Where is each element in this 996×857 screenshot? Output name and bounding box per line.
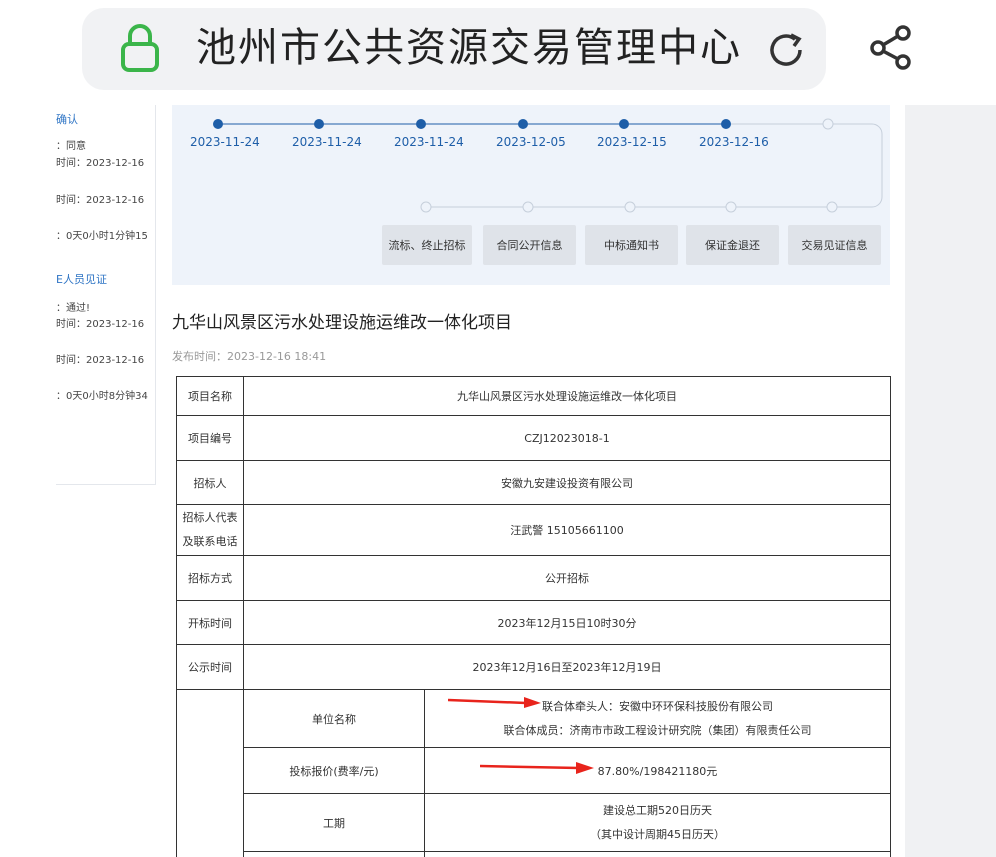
table-value: CZJ12023018-1: [243, 415, 891, 461]
timeline-date: 2023-12-05: [496, 135, 566, 149]
table-label: 公示时间: [176, 644, 244, 690]
table-cell-empty: [243, 851, 425, 857]
table-row: 招标人 安徽九安建设投资有限公司: [176, 460, 891, 505]
period-line: （其中设计周期45日历天）: [590, 827, 725, 841]
table-value: 九华山风景区污水处理设施运维改一体化项目: [243, 376, 891, 416]
share-icon[interactable]: [866, 22, 916, 72]
winner-label: 单位名称: [243, 689, 425, 748]
period-line: 建设总工期520日历天: [603, 803, 712, 817]
sidebar-item: 时间：2023-12-16: [56, 195, 145, 206]
lock-icon: [121, 24, 159, 72]
timeline-date: 2023-11-24: [190, 135, 260, 149]
progress-timeline: 2023-11-24 2023-11-24 2023-11-24 2023-12…: [172, 105, 890, 285]
unit-lead: 联合体牵头人：安徽中环环保科技股份有限公司: [542, 699, 773, 713]
sidebar-item: ：0天0小时8分钟34: [56, 391, 148, 402]
sidebar-item: ：0天0小时1分钟15: [56, 231, 148, 242]
sidebar-item: ：通过!: [56, 303, 91, 314]
table-value: 汪武警 15105661100: [243, 504, 891, 556]
right-gutter: [905, 105, 996, 857]
sidebar-item[interactable]: 确认: [56, 111, 78, 127]
table-label: 项目编号: [176, 415, 244, 461]
winner-label: 工期: [243, 793, 425, 852]
table-row: 项目名称 九华山风景区污水处理设施运维改一体化项目: [176, 376, 891, 416]
table-row: 招标方式 公开招标: [176, 555, 891, 601]
table-label: 开标时间: [176, 600, 244, 645]
table-row: 项目编号 CZJ12023018-1: [176, 415, 891, 461]
sidebar-item: 时间：2023-12-16: [56, 319, 145, 330]
timeline-date: 2023-12-15: [597, 135, 667, 149]
timeline-node-pending: [826, 201, 838, 213]
timeline-node-done: [518, 119, 528, 129]
publish-value: 2023-12-16 18:41: [227, 350, 327, 363]
unit-member: 联合体成员：济南市市政工程设计研究院（集团）有限责任公司: [503, 723, 812, 737]
timeline-node-done: [721, 119, 731, 129]
table-label: 招标人: [176, 460, 244, 505]
step-deposit-refund-button[interactable]: 保证金退还: [686, 225, 779, 265]
table-label: 招标方式: [176, 555, 244, 601]
timeline-node-done: [314, 119, 324, 129]
step-witness-info-button[interactable]: 交易见证信息: [788, 225, 881, 265]
reload-icon[interactable]: [764, 28, 808, 72]
table-row: 工期 建设总工期520日历天 （其中设计周期45日历天）: [177, 793, 891, 852]
bid-info-table: 项目名称 九华山风景区污水处理设施运维改一体化项目 项目编号 CZJ120230…: [176, 376, 891, 857]
table-value: 2023年12月16日至2023年12月19日: [243, 644, 891, 690]
timeline-node-done: [416, 119, 426, 129]
timeline-node-pending: [624, 201, 636, 213]
timeline-node-pending: [420, 201, 432, 213]
table-value: 安徽九安建设投资有限公司: [243, 460, 891, 505]
table-label-empty: [176, 689, 244, 857]
step-contract-info-button[interactable]: 合同公开信息: [483, 225, 576, 265]
timeline-date: 2023-11-24: [292, 135, 362, 149]
table-label: 项目名称: [176, 376, 244, 416]
red-arrow-icon: [480, 762, 594, 774]
sidebar-item: 时间：2023-12-16: [56, 355, 145, 366]
timeline-node-pending: [822, 118, 834, 130]
table-row: 开标时间 2023年12月15日10时30分: [176, 600, 891, 645]
rep-label-line: 招标人代表: [182, 511, 238, 524]
publish-time: 发布时间：2023-12-16 18:41: [172, 348, 326, 364]
page-content: 确认 ：同意 时间：2023-12-16 时间：2023-12-16 ：0天0小…: [0, 105, 996, 857]
winner-value: 建设总工期520日历天 （其中设计周期45日历天）: [424, 793, 891, 852]
sidebar-item: ：同意: [56, 141, 86, 152]
table-row: 招标人代表及联系电话 汪武警 15105661100: [176, 504, 891, 556]
step-failed-bid-button[interactable]: 流标、终止招标: [382, 225, 472, 265]
article-title: 九华山风景区污水处理设施运维改一体化项目: [172, 313, 512, 333]
timeline-date: 2023-11-24: [394, 135, 464, 149]
timeline-date: 2023-12-16: [699, 135, 769, 149]
table-cell-empty: [424, 851, 891, 857]
site-title[interactable]: 池州市公共资源交易管理中心: [196, 22, 742, 74]
publish-label: 发布时间：: [172, 350, 227, 363]
sidebar-item: 时间：2023-12-16: [56, 158, 145, 169]
table-value: 公开招标: [243, 555, 891, 601]
table-row: [177, 851, 891, 857]
sidebar-item[interactable]: E人员见证: [56, 271, 107, 287]
table-label: 招标人代表及联系电话: [176, 504, 244, 556]
step-award-notice-button[interactable]: 中标通知书: [585, 225, 678, 265]
timeline-node-done: [619, 119, 629, 129]
winner-label: 投标报价(费率/元): [243, 747, 425, 794]
timeline-node-done: [213, 119, 223, 129]
sidebar: 确认 ：同意 时间：2023-12-16 时间：2023-12-16 ：0天0小…: [56, 105, 156, 485]
rep-label-line: 及联系电话: [182, 535, 238, 548]
browser-address-bar: 池州市公共资源交易管理中心: [0, 0, 996, 100]
timeline-node-pending: [522, 201, 534, 213]
red-arrow-icon: [448, 697, 541, 708]
table-value: 2023年12月15日10时30分: [243, 600, 891, 645]
table-row: 公示时间 2023年12月16日至2023年12月19日: [176, 644, 891, 690]
timeline-node-pending: [725, 201, 737, 213]
